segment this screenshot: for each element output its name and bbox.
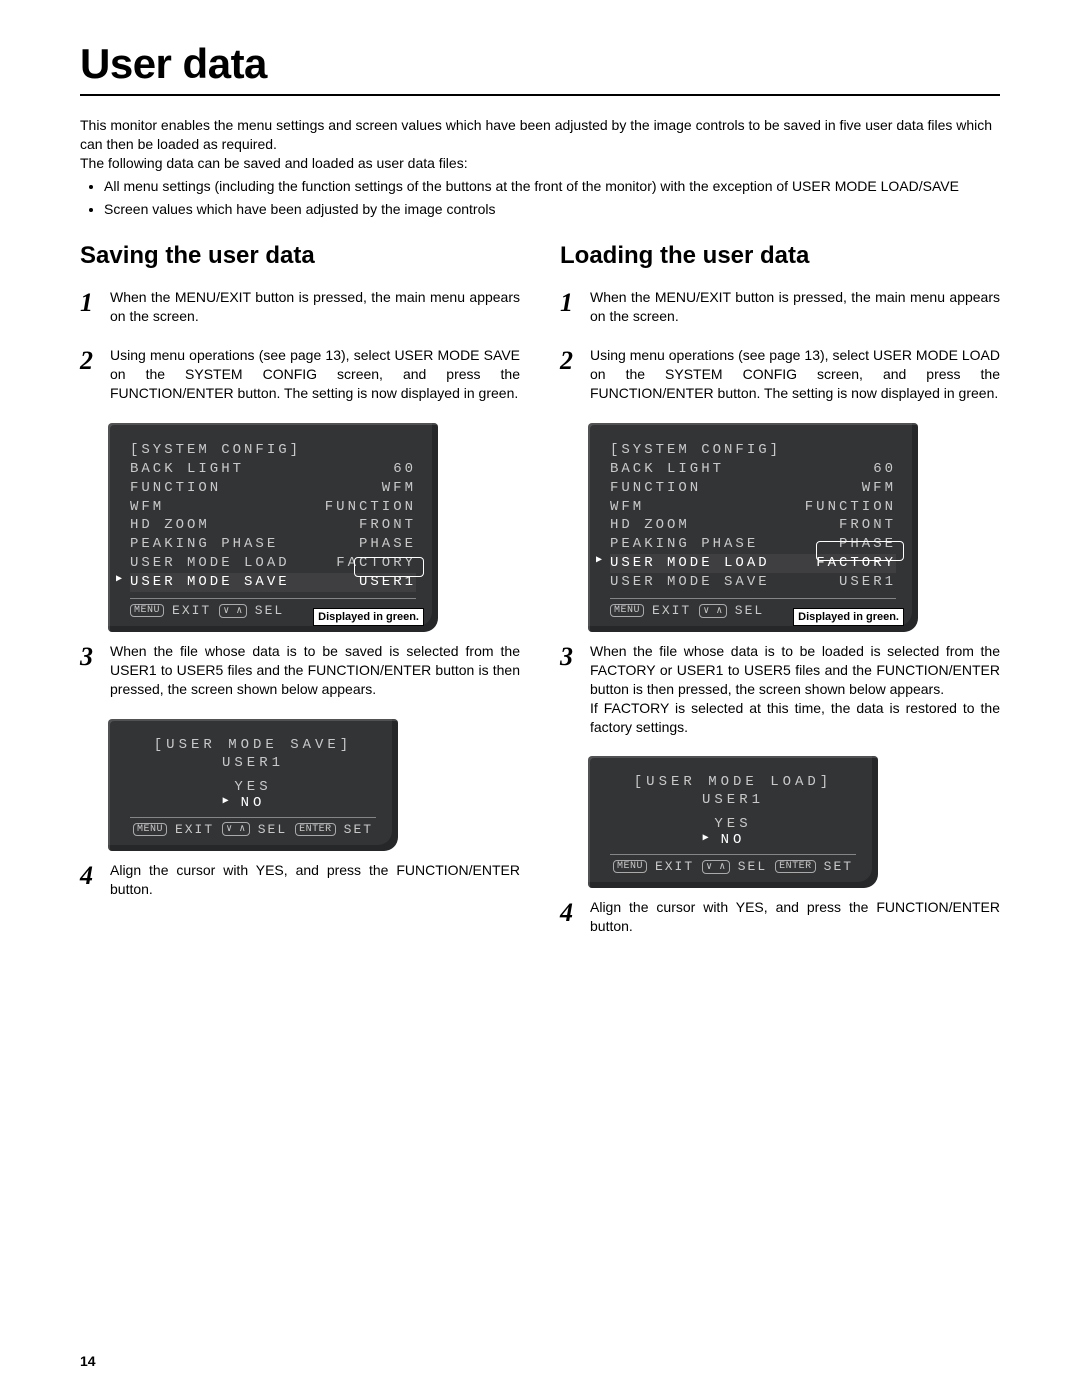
osd-title: [USER MODE LOAD] — [610, 774, 856, 790]
osd-title: [SYSTEM CONFIG] — [610, 441, 781, 460]
enter-key-icon: ENTER — [295, 823, 336, 836]
footer-set: SET — [824, 859, 853, 874]
saving-column: Saving the user data 1 When the MENU/EXI… — [80, 242, 520, 956]
osd-title: [SYSTEM CONFIG] — [130, 441, 301, 460]
saving-step-3: When the file whose data is to be saved … — [110, 642, 520, 699]
intro-paragraph-1: This monitor enables the menu settings a… — [80, 116, 1000, 154]
osd-row-value-active: FACTORY — [816, 554, 896, 573]
menu-key-icon: MENU — [130, 604, 164, 617]
page-title: User data — [80, 40, 1000, 88]
footer-set: SET — [344, 822, 373, 837]
osd-row-value: PHASE — [359, 535, 416, 554]
footer-exit: EXIT — [652, 603, 691, 618]
osd-row-value-active: USER1 — [359, 573, 416, 592]
step-number: 1 — [560, 288, 580, 326]
updown-key-icon: ∨ ∧ — [219, 604, 247, 618]
intro-paragraph-2: The following data can be saved and load… — [80, 154, 1000, 173]
osd-row-label: PEAKING PHASE — [130, 535, 278, 554]
step-number: 3 — [560, 642, 580, 736]
osd-no-active: NO — [241, 795, 266, 811]
menu-key-icon: MENU — [133, 823, 167, 836]
osd-no-active: NO — [721, 832, 746, 848]
updown-key-icon: ∨ ∧ — [699, 604, 727, 618]
osd-system-config-save: [SYSTEM CONFIG] BACK LIGHT60 FUNCTIONWFM… — [108, 423, 438, 632]
footer-sel: SEL — [735, 603, 764, 618]
intro-block: This monitor enables the menu settings a… — [80, 116, 1000, 218]
intro-bullet: All menu settings (including the functio… — [104, 177, 1000, 196]
osd-row-label: BACK LIGHT — [130, 460, 244, 479]
footer-sel: SEL — [255, 603, 284, 618]
osd-row-value: FUNCTION — [325, 498, 416, 517]
osd-row-label: WFM — [130, 498, 164, 517]
osd-row-label: PEAKING PHASE — [610, 535, 758, 554]
saving-step-1: When the MENU/EXIT button is pressed, th… — [110, 288, 520, 326]
step-number: 3 — [80, 642, 100, 699]
osd-user-mode-load: [USER MODE LOAD] USER1 YES NO MENU EXIT … — [588, 756, 878, 888]
osd-system-config-load: [SYSTEM CONFIG] BACK LIGHT60 FUNCTIONWFM… — [588, 423, 918, 632]
osd-row-value: FACTORY — [336, 554, 416, 573]
loading-step-1: When the MENU/EXIT button is pressed, th… — [590, 288, 1000, 326]
osd-row-value: PHASE — [839, 535, 896, 554]
page-number: 14 — [80, 1353, 96, 1369]
saving-step-2: Using menu operations (see page 13), sel… — [110, 346, 520, 403]
green-callout: Displayed in green. — [313, 608, 424, 626]
updown-key-icon: ∨ ∧ — [702, 860, 730, 874]
menu-key-icon: MENU — [613, 860, 647, 873]
osd-row-label: HD ZOOM — [130, 516, 210, 535]
green-callout: Displayed in green. — [793, 608, 904, 626]
updown-key-icon: ∨ ∧ — [222, 822, 250, 836]
osd-row-label: FUNCTION — [130, 479, 221, 498]
osd-row-value: FUNCTION — [805, 498, 896, 517]
step-number: 2 — [560, 346, 580, 403]
intro-bullet: Screen values which have been adjusted b… — [104, 200, 1000, 219]
osd-subtitle: USER1 — [610, 792, 856, 808]
osd-row-value: FRONT — [839, 516, 896, 535]
loading-step-3-note: If FACTORY is selected at this time, the… — [590, 699, 1000, 737]
osd-row-value: 60 — [873, 460, 896, 479]
osd-row-value: WFM — [382, 479, 416, 498]
osd-row-label: HD ZOOM — [610, 516, 690, 535]
footer-exit: EXIT — [655, 859, 694, 874]
title-rule — [80, 94, 1000, 96]
step-number: 2 — [80, 346, 100, 403]
footer-sel: SEL — [258, 822, 287, 837]
loading-step-2: Using menu operations (see page 13), sel… — [590, 346, 1000, 403]
loading-step-4: Align the cursor with YES, and press the… — [590, 898, 1000, 936]
footer-exit: EXIT — [172, 603, 211, 618]
menu-key-icon: MENU — [610, 604, 644, 617]
osd-title: [USER MODE SAVE] — [130, 737, 376, 753]
osd-row-label: USER MODE SAVE — [610, 573, 770, 592]
osd-row-label: USER MODE LOAD — [130, 554, 290, 573]
step-number: 4 — [80, 861, 100, 899]
saving-heading: Saving the user data — [80, 242, 520, 270]
step-number: 1 — [80, 288, 100, 326]
loading-column: Loading the user data 1 When the MENU/EX… — [560, 242, 1000, 956]
osd-row-value: FRONT — [359, 516, 416, 535]
osd-subtitle: USER1 — [130, 755, 376, 771]
osd-row-value: WFM — [862, 479, 896, 498]
osd-row-value: 60 — [393, 460, 416, 479]
saving-step-4: Align the cursor with YES, and press the… — [110, 861, 520, 899]
enter-key-icon: ENTER — [775, 860, 816, 873]
osd-yes: YES — [130, 779, 376, 795]
osd-row-label-active: USER MODE LOAD — [610, 554, 770, 573]
osd-row-label: WFM — [610, 498, 644, 517]
footer-sel: SEL — [738, 859, 767, 874]
loading-heading: Loading the user data — [560, 242, 1000, 270]
osd-row-label: BACK LIGHT — [610, 460, 724, 479]
osd-user-mode-save: [USER MODE SAVE] USER1 YES NO MENU EXIT … — [108, 719, 398, 851]
osd-yes: YES — [610, 816, 856, 832]
footer-exit: EXIT — [175, 822, 214, 837]
osd-row-value: USER1 — [839, 573, 896, 592]
osd-row-label-active: USER MODE SAVE — [130, 573, 290, 592]
step-number: 4 — [560, 898, 580, 936]
loading-step-3: When the file whose data is to be loaded… — [590, 642, 1000, 699]
osd-row-label: FUNCTION — [610, 479, 701, 498]
